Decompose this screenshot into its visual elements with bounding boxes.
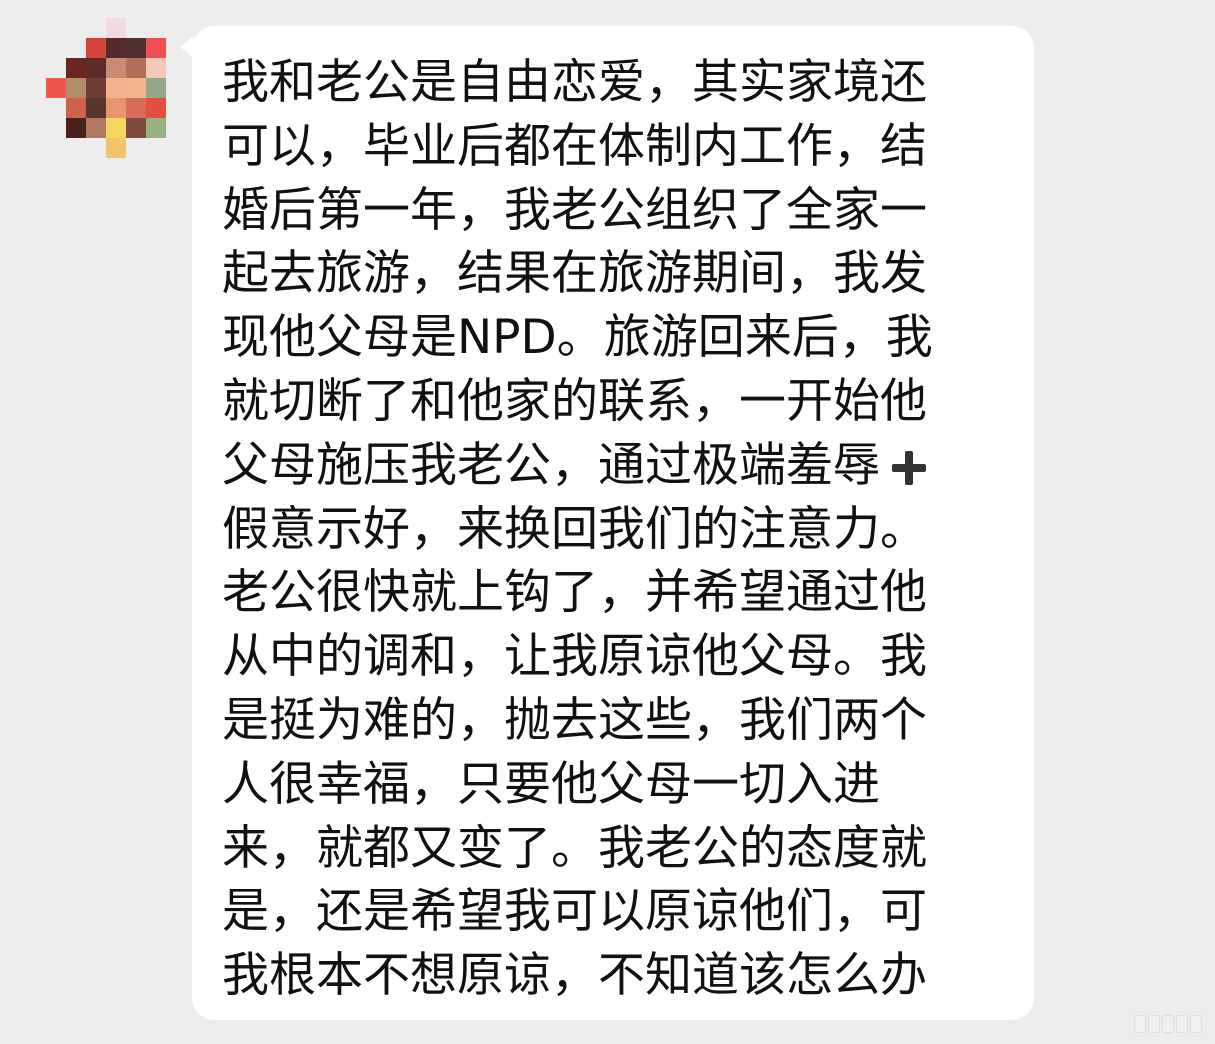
message-line: 就切断了和他家的联系，一开始他 [222,373,927,429]
message-bubble[interactable]: 我和老公是自由恋爱，其实家境还 可以，毕业后都在体制内工作，结 婚后第一年，我老… [192,26,1034,1020]
message-line: 婚后第一年，我老公组织了全家一 [222,182,927,238]
watermark-block [1135,1016,1145,1032]
message-line: 父母施压我老公，通过极端羞辱 [222,437,880,493]
message-line: 现他父母是NPD。旅游回来后，我 [222,310,933,366]
watermark-block [1163,1016,1173,1032]
message-line: 我根本不想原谅，不知道该怎么办 [222,948,927,1004]
message-line: 老公很快就上钩了，并希望通过他 [222,565,927,621]
message-line: 我和老公是自由恋爱，其实家境还 [222,55,927,110]
watermark-block [1191,1016,1201,1032]
message-line: 来，就都又变了。我老公的态度就 [222,820,927,876]
message-line: 可以，毕业后都在体制内工作，结 [222,118,927,174]
plus-icon [892,450,926,485]
watermark-block [1149,1016,1159,1032]
message-line: 人很幸福，只要他父母一切入进 [222,756,880,812]
message-line: 是，还是希望我可以原谅他们，可 [222,884,927,940]
watermark-block [1177,1016,1187,1032]
watermark [1135,1016,1201,1032]
message-line: 假意示好，来换回我们的注意力。 [222,501,927,557]
avatar[interactable] [38,18,174,158]
message-line: 起去旅游，结果在旅游期间，我发 [222,246,927,302]
message-text: 我和老公是自由恋爱，其实家境还 可以，毕业后都在体制内工作，结 婚后第一年，我老… [222,51,992,1008]
message-line: 从中的调和，让我原谅他父母。我 [222,629,927,685]
message-line: 是挺为难的，抛去这些，我们两个 [222,692,927,748]
message-line-with-plus-icon: 父母施压我老公，通过极端羞辱 [222,434,992,498]
